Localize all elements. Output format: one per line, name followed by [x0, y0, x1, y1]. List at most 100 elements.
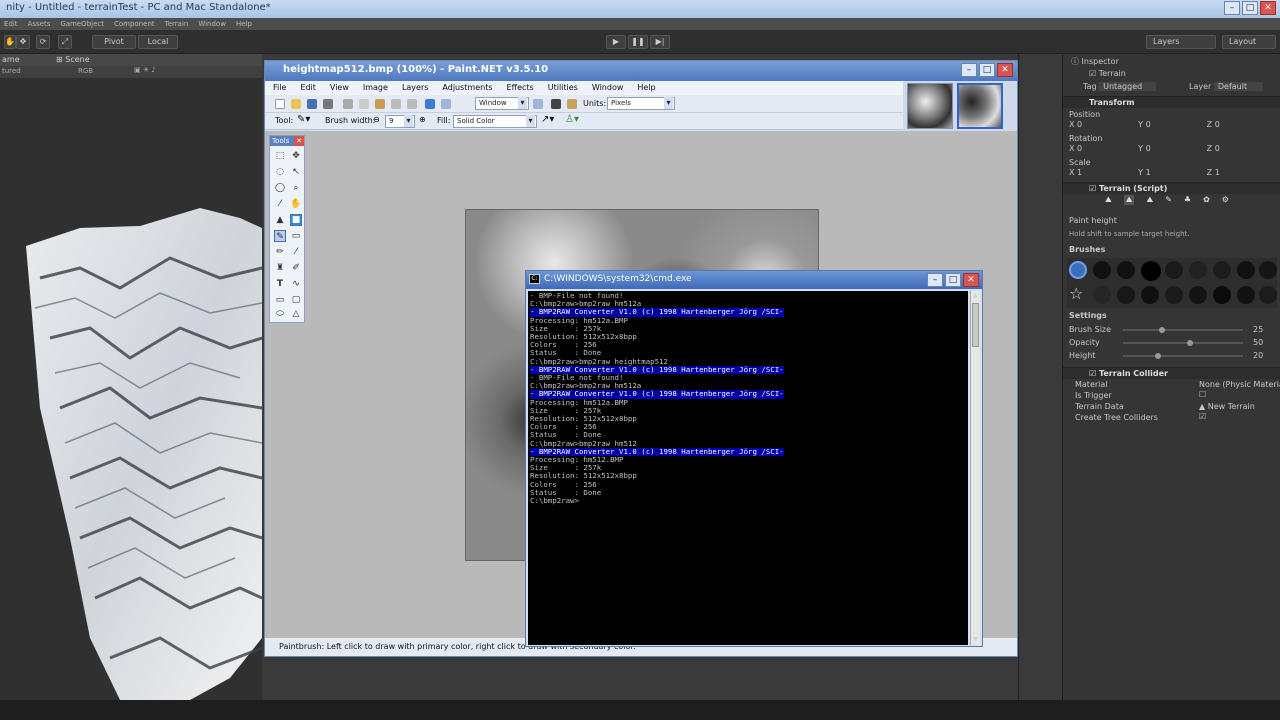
freeform-shape-icon[interactable]: △ — [290, 308, 302, 320]
menu-image[interactable]: Image — [363, 81, 388, 95]
hand-tool-icon[interactable]: ✋ — [4, 35, 16, 49]
menu-help[interactable]: Help — [236, 18, 252, 30]
brush-item[interactable] — [1093, 261, 1111, 279]
material-field[interactable]: None (Physic Materia — [1199, 380, 1280, 389]
close-icon[interactable]: ✕ — [1260, 1, 1276, 15]
magic-wand-icon[interactable]: ⁄ — [274, 198, 286, 210]
text-tool-icon[interactable]: T — [274, 278, 286, 290]
pencil-icon[interactable]: ✏ — [274, 246, 286, 258]
menu-view[interactable]: View — [330, 81, 349, 95]
ellipse-icon[interactable]: ⬭ — [274, 308, 286, 320]
ellipse-select-icon[interactable]: ◯ — [274, 182, 286, 194]
menu-help[interactable]: Help — [637, 81, 655, 95]
close-icon[interactable]: ✕ — [294, 136, 304, 146]
layers-dropdown[interactable]: Layers — [1146, 35, 1216, 49]
paintbrush-tool-icon[interactable]: ✎▾ — [297, 114, 310, 125]
rotation-z[interactable]: 0 — [1215, 144, 1220, 153]
scale-tool-icon[interactable]: ⤢ — [58, 35, 72, 49]
close-icon[interactable]: ✕ — [997, 63, 1013, 77]
brush-size-value[interactable]: 25 — [1253, 325, 1263, 334]
move-selection-icon[interactable]: ✥ — [290, 150, 302, 162]
tools-window-header[interactable]: Tools ✕ — [270, 136, 304, 146]
menu-adjustments[interactable]: Adjustments — [442, 81, 492, 95]
height-knob[interactable] — [1155, 353, 1161, 359]
rotation-y[interactable]: 0 — [1146, 144, 1151, 153]
thumbnail-image[interactable] — [907, 83, 953, 129]
brush-size-knob[interactable] — [1159, 327, 1165, 333]
transform-header[interactable]: Transform — [1063, 96, 1280, 108]
raise-terrain-icon[interactable]: ⛰ — [1105, 195, 1112, 205]
brush-item[interactable] — [1213, 261, 1231, 279]
menu-assets[interactable]: Assets — [28, 18, 51, 30]
scroll-thumb[interactable] — [972, 303, 979, 347]
move-selected-icon[interactable]: ↖ — [290, 166, 302, 178]
menu-file[interactable]: File — [273, 81, 286, 95]
minimize-icon[interactable]: – — [927, 273, 943, 287]
position-x[interactable]: 0 — [1077, 120, 1082, 129]
decrease-width-icon[interactable]: ⊖ — [373, 115, 380, 124]
thumbnail-image-active[interactable] — [957, 83, 1003, 129]
brush-item[interactable] — [1189, 261, 1207, 279]
tab-scene[interactable]: ⊞ Scene — [56, 55, 90, 64]
terrain-collider-header[interactable]: ☑ Terrain Collider — [1063, 367, 1280, 379]
position-z[interactable]: 0 — [1215, 120, 1220, 129]
scene-toggle-icons[interactable]: ▣ ☀ ♪ — [134, 66, 156, 74]
rotate-tool-icon[interactable]: ⟳ — [36, 35, 50, 49]
save-icon[interactable] — [307, 99, 317, 109]
deselect-icon[interactable] — [407, 99, 417, 109]
cmd-scrollbar[interactable]: ▲ ▼ — [970, 291, 980, 645]
layer-dropdown[interactable]: Default — [1213, 82, 1264, 91]
is-trigger-checkbox[interactable]: ☐ — [1199, 390, 1206, 399]
position-fields[interactable]: X 0 Y 0 Z 0 — [1069, 120, 1220, 129]
terrain-data-field[interactable]: ▲ New Terrain — [1199, 402, 1255, 411]
brush-item[interactable] — [1117, 286, 1135, 304]
terrain-script-header[interactable]: ☑ Terrain (Script) — [1063, 182, 1280, 194]
rotation-x[interactable]: 0 — [1077, 144, 1082, 153]
brush-item[interactable] — [1259, 286, 1277, 304]
undo-icon[interactable] — [425, 99, 435, 109]
cut-icon[interactable] — [343, 99, 353, 109]
open-file-icon[interactable] — [291, 99, 301, 109]
brush-item[interactable] — [1093, 286, 1111, 304]
tree-colliders-checkbox[interactable]: ☑ — [1199, 412, 1206, 421]
maximize-icon[interactable]: □ — [945, 273, 961, 287]
move-tool-icon[interactable]: ✥ — [16, 35, 30, 49]
opacity-slider[interactable] — [1123, 342, 1243, 344]
position-y[interactable]: 0 — [1146, 120, 1151, 129]
scene-view[interactable] — [0, 78, 262, 700]
brush-item[interactable] — [1117, 261, 1135, 279]
object-active-checkbox[interactable]: ☑ Terrain — [1089, 69, 1126, 78]
scale-x[interactable]: 1 — [1077, 168, 1082, 177]
minimize-icon[interactable]: – — [1224, 1, 1240, 15]
local-toggle[interactable]: Local — [138, 35, 178, 49]
brush-width-combo[interactable]: 9 — [385, 115, 415, 128]
units-combo[interactable]: Pixels — [607, 97, 675, 110]
tag-dropdown[interactable]: Untagged — [1099, 82, 1157, 91]
terrain-settings-icon[interactable]: ⚙ — [1222, 195, 1229, 205]
pan-icon[interactable]: ✋ — [290, 198, 302, 210]
paint-details-icon[interactable]: ✿ — [1203, 195, 1210, 205]
redo-icon[interactable] — [441, 99, 451, 109]
ruler-icon[interactable] — [567, 99, 577, 109]
rounded-rectangle-icon[interactable]: ▢ — [290, 294, 302, 306]
brush-item[interactable] — [1165, 261, 1183, 279]
close-icon[interactable]: ✕ — [963, 273, 979, 287]
maximize-icon[interactable]: □ — [979, 63, 995, 77]
smooth-height-icon[interactable]: ⛰ — [1146, 195, 1153, 205]
menu-terrain[interactable]: Terrain — [165, 18, 189, 30]
window-zoom-combo[interactable]: Window — [475, 97, 529, 110]
menu-edit[interactable]: Edit — [4, 18, 18, 30]
brush-item[interactable] — [1165, 286, 1183, 304]
grid-icon[interactable] — [551, 99, 561, 109]
render-mode-dropdown[interactable]: tured — [2, 67, 21, 75]
star-brush-icon[interactable]: ☆ — [1069, 284, 1083, 303]
brush-item[interactable] — [1141, 286, 1159, 304]
paintbrush-icon[interactable]: ✎ — [274, 230, 286, 242]
scale-z[interactable]: 1 — [1215, 168, 1220, 177]
menu-utilities[interactable]: Utilities — [548, 81, 578, 95]
brush-item[interactable] — [1069, 261, 1087, 279]
cmd-title-bar[interactable]: C: C:\WINDOWS\system32\cmd.exe — [526, 271, 982, 289]
brush-item[interactable] — [1213, 286, 1231, 304]
paint-height-icon[interactable]: ⛰ — [1123, 195, 1135, 205]
paste-icon[interactable] — [375, 99, 385, 109]
